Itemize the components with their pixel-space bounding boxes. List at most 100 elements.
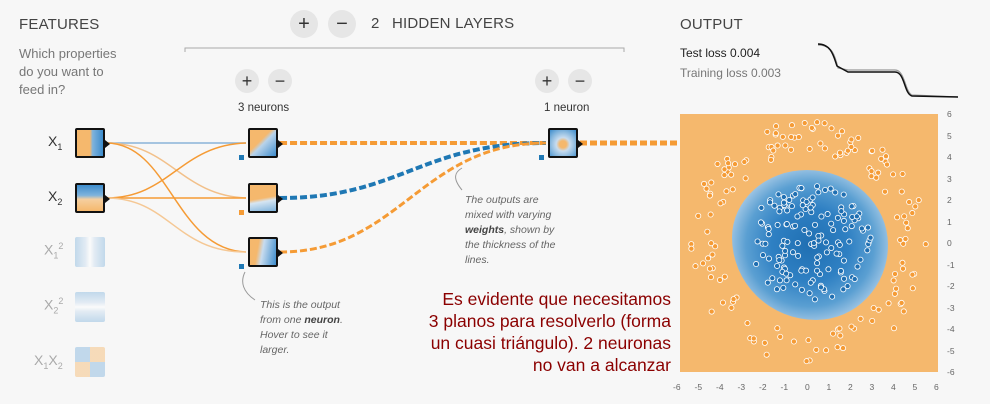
data-point — [714, 160, 721, 167]
data-point — [890, 325, 897, 332]
data-point — [709, 251, 716, 258]
data-point — [832, 189, 839, 196]
data-point — [777, 333, 784, 340]
data-point — [846, 238, 853, 245]
data-point — [767, 199, 774, 206]
data-point — [891, 290, 898, 297]
data-point — [700, 260, 707, 267]
data-point — [834, 344, 841, 351]
data-point — [899, 170, 906, 177]
data-point — [882, 153, 889, 160]
data-point — [828, 245, 835, 252]
data-point — [754, 238, 761, 245]
data-point — [814, 183, 821, 190]
data-point — [836, 325, 843, 332]
data-point — [765, 231, 772, 238]
data-point — [897, 237, 904, 244]
data-point — [848, 323, 855, 330]
data-point — [902, 235, 909, 242]
data-point — [848, 136, 855, 143]
data-point — [828, 220, 835, 227]
output-heatmap[interactable] — [680, 114, 938, 372]
data-point — [705, 255, 712, 262]
data-point — [776, 208, 783, 215]
data-point — [790, 338, 797, 345]
data-point — [708, 240, 715, 247]
data-point — [761, 339, 768, 346]
data-point — [794, 213, 801, 220]
x-tick: 6 — [934, 382, 939, 392]
data-point — [731, 161, 738, 168]
data-point — [764, 279, 771, 286]
data-point — [779, 133, 786, 140]
data-point — [851, 276, 858, 283]
data-point — [765, 225, 772, 232]
data-point — [890, 277, 897, 284]
data-point — [901, 213, 908, 220]
data-point — [837, 332, 844, 339]
data-point — [817, 284, 824, 291]
y-tick: -3 — [947, 302, 955, 313]
data-point — [780, 199, 787, 206]
data-point — [753, 261, 760, 268]
data-point — [807, 279, 814, 286]
data-point — [841, 275, 848, 282]
data-point — [695, 212, 702, 219]
data-point — [723, 188, 730, 195]
data-point — [909, 210, 916, 217]
data-point — [840, 191, 847, 198]
data-point — [842, 226, 849, 233]
data-point — [814, 260, 821, 267]
data-point — [774, 262, 781, 269]
y-tick: -6 — [947, 367, 955, 377]
data-point — [773, 123, 780, 130]
data-point — [906, 199, 913, 206]
data-point — [857, 315, 864, 322]
data-point — [807, 204, 814, 211]
data-point — [810, 240, 817, 247]
training-loss-line — [817, 44, 959, 98]
data-point — [708, 179, 715, 186]
data-point — [878, 155, 885, 162]
data-point — [811, 296, 818, 303]
data-point — [830, 330, 837, 337]
data-point — [788, 146, 795, 153]
data-point — [806, 230, 813, 237]
x-tick: 3 — [869, 382, 875, 392]
data-point — [823, 249, 830, 256]
data-point — [764, 128, 771, 135]
x-tick: -5 — [694, 382, 703, 392]
data-point — [848, 223, 855, 230]
data-point — [848, 143, 855, 150]
data-point — [725, 160, 732, 167]
x-tick: -2 — [759, 382, 767, 392]
data-point — [840, 286, 847, 293]
data-point — [728, 171, 735, 178]
y-tick: 6 — [947, 109, 952, 119]
data-point — [818, 213, 825, 220]
data-point — [840, 345, 847, 352]
data-point — [912, 203, 919, 210]
data-point — [898, 188, 905, 195]
data-point — [728, 304, 735, 311]
y-tick: -2 — [947, 281, 955, 291]
y-tick: -5 — [947, 345, 955, 356]
data-point — [704, 228, 711, 235]
y-tick: 4 — [947, 152, 952, 162]
y-tick: 0 — [947, 238, 952, 248]
y-tick: 1 — [947, 216, 952, 227]
data-point — [867, 234, 874, 241]
data-point — [788, 122, 795, 129]
data-points — [688, 119, 929, 365]
data-point — [864, 247, 871, 254]
data-point — [783, 221, 790, 228]
data-point — [833, 250, 840, 257]
data-point — [758, 204, 765, 211]
data-point — [832, 153, 839, 160]
data-point — [873, 174, 880, 181]
y-tick: -4 — [947, 324, 955, 334]
data-point — [706, 192, 713, 199]
x-tick: 1 — [826, 382, 832, 392]
data-point — [840, 217, 847, 224]
data-point — [814, 119, 821, 126]
